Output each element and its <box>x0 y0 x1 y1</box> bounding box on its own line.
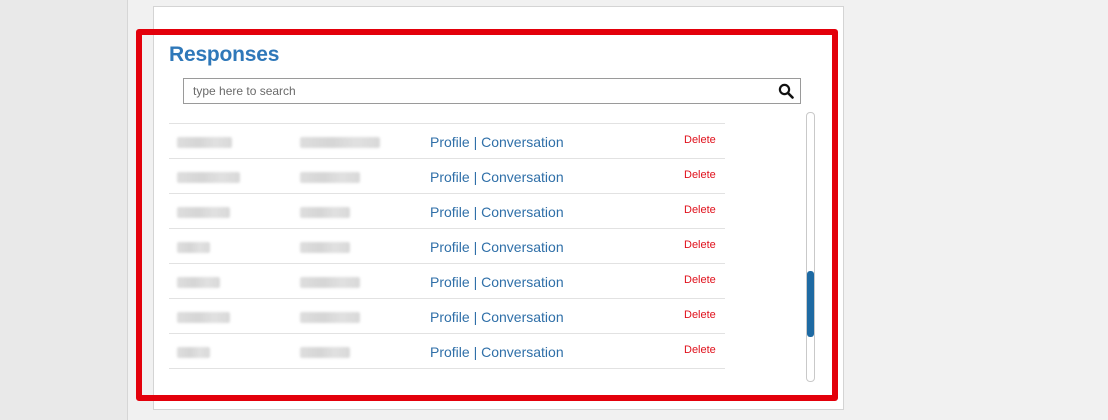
link-separator: | <box>473 169 478 185</box>
redacted-detail <box>300 137 380 148</box>
table-row: Profile | Conversation Delete <box>169 264 725 299</box>
list-scrollbar[interactable] <box>806 112 815 382</box>
table-row-partial-top <box>169 110 725 124</box>
table-row: Profile | Conversation Delete <box>169 334 725 369</box>
row-links: Profile | Conversation <box>430 274 564 290</box>
table-row: Profile | Conversation Delete <box>169 229 725 264</box>
conversation-link[interactable]: Conversation <box>481 134 564 150</box>
redacted-name <box>177 277 220 288</box>
profile-link[interactable]: Profile <box>430 274 470 290</box>
conversation-link[interactable]: Conversation <box>481 309 564 325</box>
responses-list[interactable]: Profile | Conversation Delete Profile | … <box>169 110 725 381</box>
row-links: Profile | Conversation <box>430 134 564 150</box>
redacted-name <box>177 312 230 323</box>
row-links: Profile | Conversation <box>430 309 564 325</box>
profile-link[interactable]: Profile <box>430 344 470 360</box>
left-sidebar-strip <box>0 0 128 420</box>
redacted-name <box>177 242 210 253</box>
profile-link[interactable]: Profile <box>430 204 470 220</box>
delete-link[interactable]: Delete <box>684 204 716 216</box>
row-links: Profile | Conversation <box>430 344 564 360</box>
conversation-link[interactable]: Conversation <box>481 204 564 220</box>
link-separator: | <box>473 239 478 255</box>
link-separator: | <box>473 204 478 220</box>
row-links: Profile | Conversation <box>430 204 564 220</box>
redacted-detail <box>300 347 350 358</box>
redacted-detail <box>300 172 360 183</box>
redacted-name <box>177 137 232 148</box>
link-separator: | <box>473 134 478 150</box>
delete-link[interactable]: Delete <box>684 169 716 181</box>
redacted-detail <box>300 207 350 218</box>
search-box <box>183 78 801 104</box>
search-icon[interactable] <box>778 83 794 99</box>
link-separator: | <box>473 344 478 360</box>
table-row: Profile | Conversation Delete <box>169 124 725 159</box>
link-separator: | <box>473 274 478 290</box>
table-row: Profile | Conversation Delete <box>169 159 725 194</box>
redacted-name <box>177 347 210 358</box>
redacted-detail <box>300 242 350 253</box>
conversation-link[interactable]: Conversation <box>481 239 564 255</box>
delete-link[interactable]: Delete <box>684 239 716 251</box>
redacted-name <box>177 172 240 183</box>
profile-link[interactable]: Profile <box>430 239 470 255</box>
scrollbar-thumb[interactable] <box>807 271 814 337</box>
delete-link[interactable]: Delete <box>684 309 716 321</box>
row-links: Profile | Conversation <box>430 169 564 185</box>
table-row: Profile | Conversation Delete <box>169 299 725 334</box>
conversation-link[interactable]: Conversation <box>481 274 564 290</box>
delete-link[interactable]: Delete <box>684 274 716 286</box>
redacted-detail <box>300 312 360 323</box>
link-separator: | <box>473 309 478 325</box>
delete-link[interactable]: Delete <box>684 134 716 146</box>
table-row: Profile | Conversation Delete <box>169 194 725 229</box>
redacted-detail <box>300 277 360 288</box>
delete-link[interactable]: Delete <box>684 344 716 356</box>
profile-link[interactable]: Profile <box>430 169 470 185</box>
redacted-name <box>177 207 230 218</box>
profile-link[interactable]: Profile <box>430 134 470 150</box>
conversation-link[interactable]: Conversation <box>481 169 564 185</box>
table-row-partial-bottom <box>169 369 725 381</box>
row-links: Profile | Conversation <box>430 239 564 255</box>
conversation-link[interactable]: Conversation <box>481 344 564 360</box>
responses-title: Responses <box>169 43 280 66</box>
search-input[interactable] <box>184 79 764 103</box>
profile-link[interactable]: Profile <box>430 309 470 325</box>
